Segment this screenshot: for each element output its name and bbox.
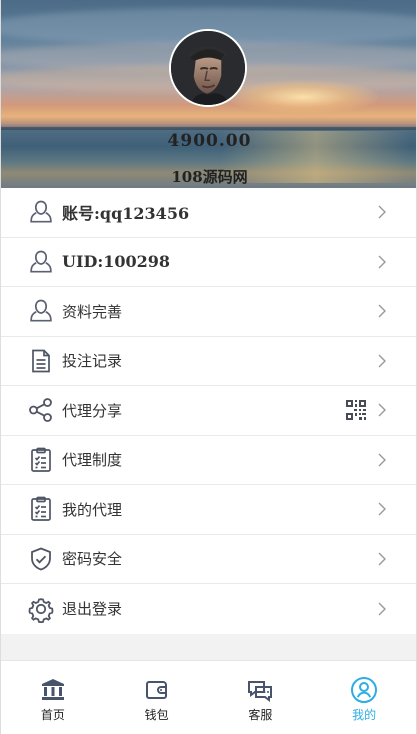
chevron-right-icon xyxy=(377,205,387,219)
balance-amount: 4900.00 xyxy=(167,131,252,151)
menu-right xyxy=(371,453,387,467)
menu-item-profile-complete[interactable]: 资料完善 xyxy=(1,287,416,337)
chevron-right-icon xyxy=(377,453,387,467)
tab-mine[interactable]: 我的 xyxy=(312,661,416,734)
tab-label-home: 首页 xyxy=(40,707,65,722)
sunset-glow xyxy=(228,80,378,114)
password-security-label: 密码安全 xyxy=(62,550,123,569)
chevron-right-icon xyxy=(377,304,387,318)
mobile-app: 4900.00 108源码网 账号:qq123456 UID:100298 资料… xyxy=(0,0,417,734)
site-name: 108源码网 xyxy=(171,168,248,186)
wallet-icon xyxy=(142,675,172,705)
menu-item-bet-records[interactable]: 投注记录 xyxy=(1,336,416,386)
user-icon xyxy=(27,198,55,226)
user-icon xyxy=(27,248,55,276)
document-icon xyxy=(27,347,55,375)
menu-item-logout[interactable]: 退出登录 xyxy=(1,584,416,634)
agent-share-label: 代理分享 xyxy=(62,401,123,420)
bottom-tabbar: 首页 钱包 客服 我的 xyxy=(1,660,416,734)
menu-right xyxy=(371,602,387,616)
profile-complete-label: 资料完善 xyxy=(62,302,123,321)
qr-code-icon[interactable] xyxy=(345,399,367,421)
tab-support[interactable]: 客服 xyxy=(209,661,313,734)
user-circle-icon xyxy=(349,675,379,705)
avatar[interactable] xyxy=(169,29,247,107)
tab-home[interactable]: 首页 xyxy=(1,661,105,734)
menu-right xyxy=(345,399,387,421)
tab-label-wallet: 钱包 xyxy=(144,707,169,722)
tab-label-mine: 我的 xyxy=(352,707,377,722)
my-agents-label: 我的代理 xyxy=(62,500,123,519)
menu-right xyxy=(371,502,387,516)
tab-wallet[interactable]: 钱包 xyxy=(105,661,209,734)
shield-check-icon xyxy=(27,545,55,573)
menu-right xyxy=(371,552,387,566)
uid-label: UID:100298 xyxy=(62,252,171,272)
account-label: 账号:qq123456 xyxy=(62,204,190,224)
menu-item-account[interactable]: 账号:qq123456 xyxy=(1,188,416,238)
bet-records-label: 投注记录 xyxy=(62,352,123,371)
clipboard-checklist-icon xyxy=(27,495,55,523)
tab-label-support: 客服 xyxy=(248,707,273,722)
agent-system-label: 代理制度 xyxy=(62,451,123,470)
menu-item-my-agents[interactable]: 我的代理 xyxy=(1,485,416,535)
chevron-right-icon xyxy=(377,602,387,616)
bank-icon xyxy=(38,675,68,705)
menu-right xyxy=(371,304,387,318)
chevron-right-icon xyxy=(377,552,387,566)
menu-right xyxy=(371,255,387,269)
menu-right xyxy=(371,354,387,368)
menu-item-uid[interactable]: UID:100298 xyxy=(1,237,416,287)
menu-item-agent-share[interactable]: 代理分享 xyxy=(1,386,416,436)
logout-label: 退出登录 xyxy=(62,600,123,619)
chat-icon xyxy=(245,675,275,705)
content-spacer xyxy=(1,633,416,662)
chevron-right-icon xyxy=(377,502,387,516)
account-menu: 账号:qq123456 UID:100298 资料完善 投注记录 代理分享 代理… xyxy=(1,188,416,634)
gear-icon xyxy=(27,595,55,623)
avatar-portrait-icon xyxy=(171,31,245,105)
chevron-right-icon xyxy=(377,354,387,368)
clipboard-checklist-icon xyxy=(27,446,55,474)
share-icon xyxy=(27,396,55,424)
menu-right xyxy=(371,205,387,219)
horizon-line xyxy=(1,127,416,130)
chevron-right-icon xyxy=(377,403,387,417)
profile-banner: 4900.00 108源码网 xyxy=(1,0,416,188)
menu-item-password-security[interactable]: 密码安全 xyxy=(1,534,416,584)
chevron-right-icon xyxy=(377,255,387,269)
menu-item-agent-system[interactable]: 代理制度 xyxy=(1,435,416,485)
user-icon xyxy=(27,297,55,325)
